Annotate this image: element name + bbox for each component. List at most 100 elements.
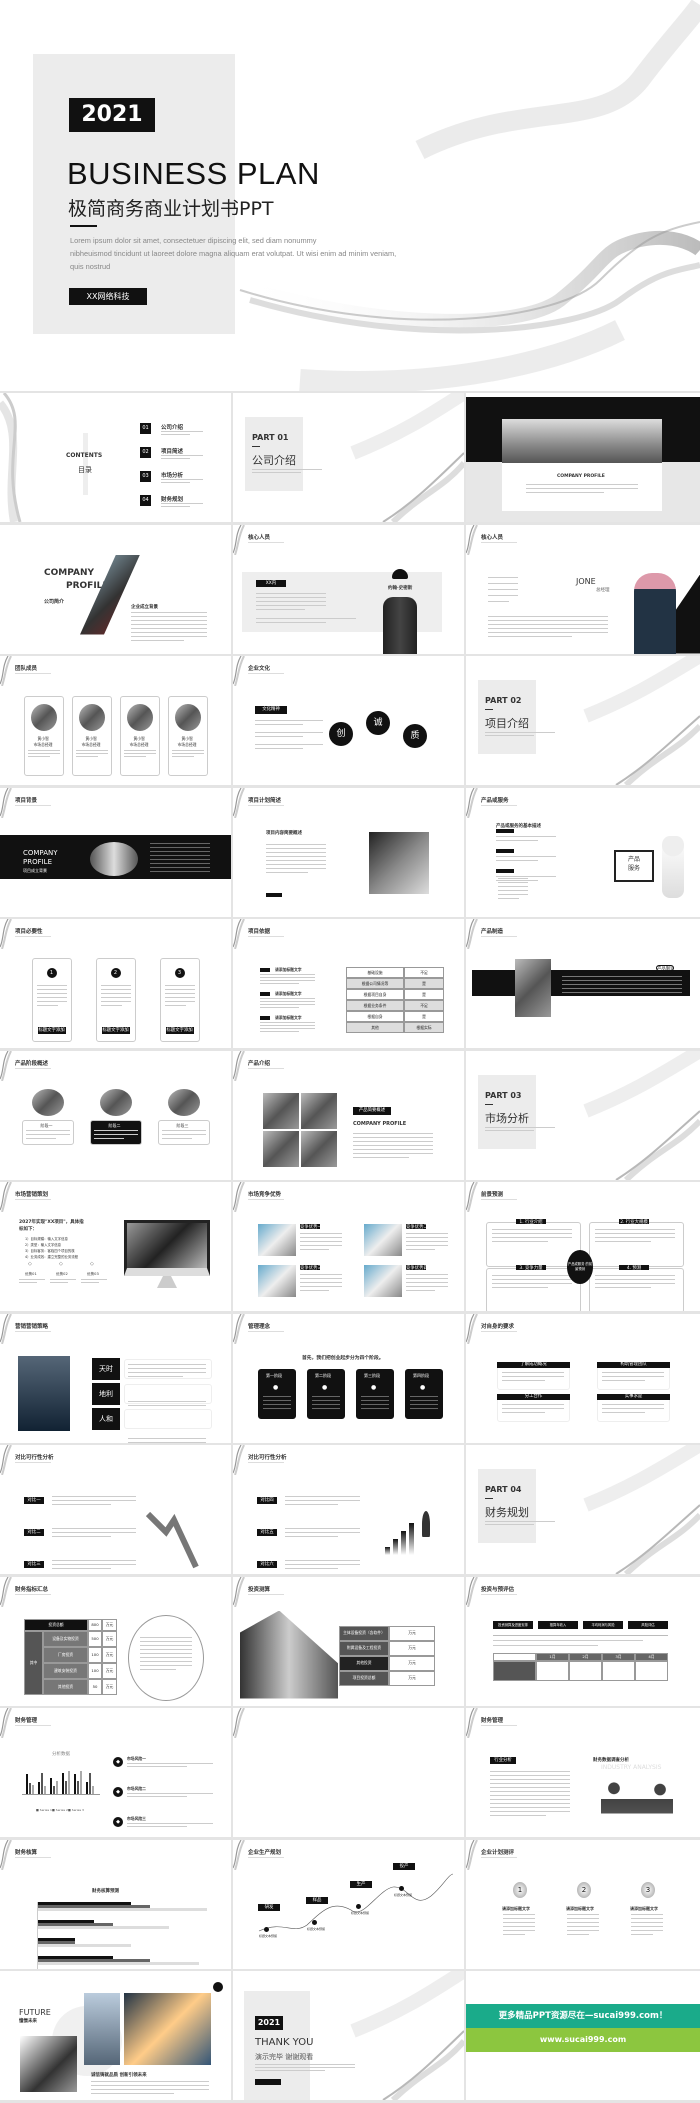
slide-thumbnail[interactable]: 投资测算 主体设备投资（含软件） 万元 附属设备及工程投资 万元 其他投资 万元 项目投资总额…	[233, 1576, 464, 1706]
title-underline	[248, 1067, 284, 1069]
slide-thumbnail[interactable]: 产品介绍 产品简要概述 COMPANY PROFILE	[233, 1050, 464, 1180]
text-placeholder-line	[91, 2085, 209, 2086]
collage-photo	[301, 1130, 337, 1167]
slide-thumbnail[interactable]: PART 04 财务规划	[466, 1445, 700, 1574]
slide-thumbnail[interactable]: 对比可行性分析 对比四 对比五 对比六	[233, 1445, 464, 1574]
text-placeholder-line	[300, 1241, 342, 1242]
requirement-tag: 分工合作	[497, 1393, 570, 1400]
slide-thumbnail[interactable]: 2021 THANK YOU 演示完毕 谢谢观看	[233, 1971, 464, 2100]
slide-thumbnail[interactable]: 产品或服务 产品或服务的基本描述 产品 服务	[466, 787, 700, 917]
slide-thumbnail[interactable]: 企业生产规划 研发 标题文本预留 样品 标题文本预留 生产 标题文本预留 投产 标题文本预留	[233, 1839, 464, 1969]
text-placeholder-line	[266, 851, 326, 853]
slide-title: 项目依据	[248, 929, 271, 935]
slide-thumbnail[interactable]: 项目依据 请添加标题文字 请添加标题文字 请添加标题文字 基础设施 不足 根据公司情况等是根…	[233, 919, 464, 1048]
slide-thumbnail[interactable]: 企业计划测评 1 请添加标题文字 2 请添加标题文字 3 请添加标题文字	[466, 1839, 700, 1969]
text-placeholder-line	[498, 897, 519, 899]
slide-thumbnail[interactable]: 对比可行性分析 对比一 对比二 对比三	[0, 1445, 231, 1574]
text-placeholder-line	[266, 867, 326, 869]
text-placeholder-line	[488, 600, 509, 602]
slide-thumbnail[interactable]: PART 02 项目介绍	[466, 656, 700, 785]
text-placeholder-line	[128, 1400, 206, 1402]
slide-thumbnail[interactable]: 财务核算 财务核算预测	[0, 1839, 231, 1969]
member-role: 市场总经理	[81, 742, 101, 747]
slide-thumbnail[interactable]: 项目背景 COMPANY PROFILE 项目成立背景	[0, 787, 231, 917]
banner-top[interactable]: 更多精品PPT资源尽在—sucai999.com！	[466, 2004, 700, 2028]
text-placeholder-line	[260, 1031, 299, 1032]
slide-thumbnail[interactable]: 财务指标汇总 投资总额 800 万元 其中 设备及实物投资 500 万元 厂房投资 100 万元 建筑…	[0, 1576, 231, 1706]
slide-thumbnail[interactable]: COMPANY PROFILE 公司简介 企业成立背景	[0, 524, 231, 654]
slide-thumbnail[interactable]: 产品制造 产品制造	[466, 919, 700, 1048]
text-placeholder-line	[260, 1004, 315, 1005]
contents-item[interactable]: 市场分析	[161, 471, 183, 479]
collage-photo	[263, 1130, 299, 1167]
slide-thumbnail[interactable]: 营销营销策略 天时 地利 人和	[0, 1313, 231, 1443]
contents-subheading: 目录	[78, 466, 92, 474]
text-placeholder-line	[164, 1001, 195, 1002]
slide-thumbnail[interactable]: 投资与预评估 投资测算及进度安排 推算年收入 平均利润与风险 风险评估 1月 2月 3月 4月	[466, 1576, 700, 1706]
title-underline	[481, 804, 517, 806]
card-button[interactable]: 标题文字添加	[101, 1027, 130, 1034]
stage-icon: ●	[420, 1383, 426, 1391]
slide-thumbnail[interactable]: 团队成员 黄小智 市场总经理 黄小智 市场总经理 黄小智 市场总经理 黄小智 市场总经理	[0, 656, 231, 785]
legend-entry: ■ Series 2	[52, 1808, 68, 1812]
slide-title: 营销营销策略	[15, 1323, 49, 1330]
divider	[252, 446, 260, 447]
table-cell: 万元	[102, 1678, 117, 1695]
text-placeholder-line	[488, 619, 608, 621]
risk-icon: ◆	[113, 1787, 123, 1797]
text-placeholder-line	[285, 1560, 360, 1561]
tag-title: 请添加标题文字	[275, 967, 302, 972]
text-placeholder-line	[595, 1229, 675, 1230]
text-placeholder-line	[361, 1403, 389, 1405]
table-cell: 附属设备及工程投资	[339, 1640, 389, 1656]
slide-thumbnail[interactable]: 产品阶段概述 阶段一 阶段二 阶段三	[0, 1050, 231, 1180]
slide-thumbnail[interactable]: 核心人员 XX内 约翰·史密斯	[233, 524, 464, 654]
title-underline	[15, 1725, 51, 1726]
card-button[interactable]: 标题文字添加	[165, 1027, 194, 1034]
slide-thumbnail[interactable]: 财务管理 分析数据 ■ Series 1 ■ Series 2 ■ Series 3 ◆ 市…	[0, 1708, 231, 1837]
table-cell: 其中	[24, 1630, 43, 1695]
contents-item[interactable]: 财务规划	[161, 495, 183, 503]
slide-thumbnail[interactable]: 项目必要性 1 标题文字添加 2 标题文字添加 3 标题文字添加	[0, 919, 231, 1048]
slide-thumbnail[interactable]: 市场营销策划 2027年实现"XX项目"，具体指 标如下： 1）目标规模：输入文字信息…	[0, 1182, 231, 1311]
step-title: 请添加标题文字	[502, 1905, 530, 1911]
text-placeholder-line	[161, 1133, 206, 1135]
slide-thumbnail[interactable]: 项目计划简述 项目内容简要概述	[233, 787, 464, 917]
text-placeholder-line	[492, 1241, 548, 1242]
slide-thumbnail[interactable]: 管理理念 首先，我们把创业起步分为四个阶段。 第一阶段 ● 第二阶段 ● 第三阶段 ● 第四阶段…	[233, 1313, 464, 1443]
text-placeholder-line	[131, 623, 207, 625]
text-placeholder-line	[485, 732, 555, 733]
text-placeholder-line	[140, 1640, 192, 1642]
contents-item[interactable]: 公司介绍	[161, 423, 183, 431]
table-cell: 是	[404, 989, 444, 1000]
text-placeholder-line	[312, 1403, 340, 1405]
slide-thumbnail[interactable]	[233, 1708, 464, 1837]
slide-thumbnail[interactable]: CONTENTS 目录 01 公司介绍 02 项目简述 03 市场分析 04 财务规划	[0, 393, 231, 522]
text-placeholder-line	[75, 756, 98, 757]
banner-bottom[interactable]: www.sucai999.com	[466, 2028, 700, 2052]
text-placeholder-line	[312, 1395, 340, 1397]
text-placeholder-line	[353, 1140, 433, 1142]
slide-thumbnail[interactable]: 财务管理 行业分析 财务数据调查分析 INDUSTRY ANALYSIS	[466, 1708, 700, 1837]
slide-thumbnail[interactable]: PART 01 公司介绍	[233, 393, 464, 522]
slide-thumbnail[interactable]: 企业文化 文化精神创诚质	[233, 656, 464, 785]
slide-thumbnail[interactable]: 对自身的要求 了解成功概况 构筑管理团队 分工合作 实事求是	[466, 1313, 700, 1443]
text-placeholder-line	[300, 1249, 330, 1250]
text-placeholder-line	[263, 1395, 291, 1397]
text-placeholder-line	[128, 1404, 206, 1406]
stage-icon: ●	[322, 1383, 328, 1391]
strategy-text	[124, 1408, 212, 1429]
text-placeholder-line	[131, 611, 207, 613]
table-cell: 4月	[635, 1652, 668, 1661]
slide-thumbnail[interactable]: 市场竞争优势 竞争优势一 竞争优势二 竞争优势三 竞争优势四	[233, 1182, 464, 1311]
card-button[interactable]: 标题文字添加	[37, 1027, 66, 1034]
slide-thumbnail[interactable]: 核心人员 JONE 总经理	[466, 524, 700, 654]
more-button[interactable]	[266, 892, 282, 897]
slide-thumbnail[interactable]: FUTURE 憧憬未来 诚信铸就品质 创新引领未来	[0, 1971, 231, 2100]
text-placeholder-line	[100, 989, 131, 990]
contents-item[interactable]: 项目简述	[161, 447, 183, 455]
slide-thumbnail[interactable]: 更多精品PPT资源尽在—sucai999.com！ www.sucai999.co…	[466, 1971, 700, 2100]
slide-thumbnail[interactable]: 前景预测 1. 行业介绍 2. 行业大规模 3. 竞争力量 4. 预测 产品或服务 的前景…	[466, 1182, 700, 1311]
slide-thumbnail[interactable]: PART 03 市场分析	[466, 1050, 700, 1180]
slide-thumbnail[interactable]: COMPANY PROFILE	[466, 393, 700, 522]
